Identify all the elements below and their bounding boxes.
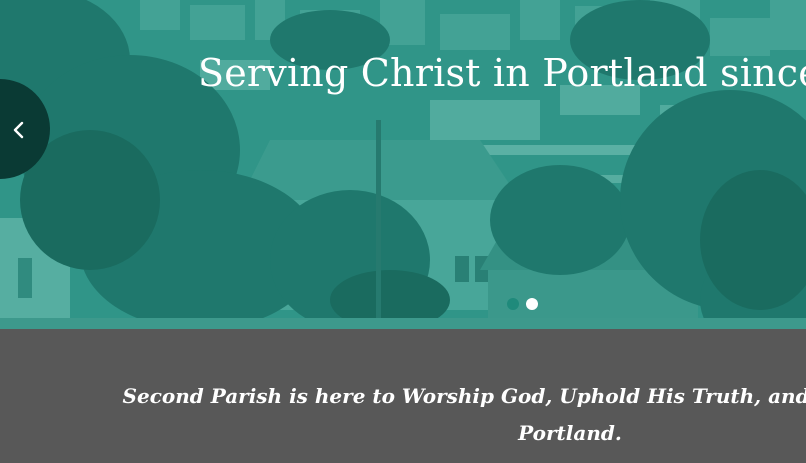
slide-dot-1[interactable] — [507, 298, 519, 310]
mission-section: Second Parish is here to Worship God, Up… — [0, 329, 806, 463]
mission-line-2: Portland. — [518, 421, 622, 445]
chevron-left-icon — [12, 121, 26, 143]
hero-slider: Serving Christ in Portland since 17 — [0, 0, 806, 329]
mission-line-1: Second Parish is here to Worship God, Up… — [122, 384, 806, 408]
mission-statement: Second Parish is here to Worship God, Up… — [80, 378, 806, 452]
slide-indicators — [507, 298, 538, 310]
hero-title: Serving Christ in Portland since 17 — [198, 51, 806, 95]
slide-dot-2[interactable] — [526, 298, 538, 310]
hero-color-overlay — [0, 0, 806, 329]
